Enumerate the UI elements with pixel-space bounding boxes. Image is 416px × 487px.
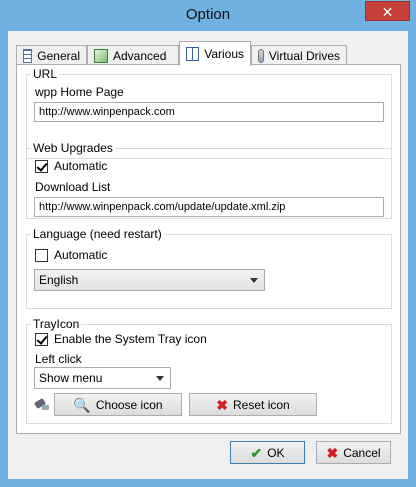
download-list-label: Download List bbox=[35, 180, 111, 194]
language-automatic-checkbox[interactable]: Automatic bbox=[35, 248, 107, 262]
web-automatic-label: Automatic bbox=[54, 159, 108, 173]
ok-label: OK bbox=[267, 445, 285, 460]
choose-icon-label: Choose icon bbox=[95, 397, 163, 412]
language-group-legend: Language (need restart) bbox=[33, 227, 162, 241]
url-group-legend: URL bbox=[33, 67, 58, 81]
tab-general[interactable]: General bbox=[16, 45, 87, 65]
tab-various[interactable]: Various bbox=[179, 41, 251, 66]
window-title: Option bbox=[185, 6, 231, 23]
cancel-label: Cancel bbox=[343, 445, 381, 460]
title-bar[interactable]: Option ✕ bbox=[0, 0, 416, 31]
advanced-icon bbox=[94, 48, 108, 63]
checkmark-icon: ✔ bbox=[250, 444, 263, 461]
reset-icon-label: Reset icon bbox=[233, 397, 290, 412]
trayicon-group-legend: TrayIcon bbox=[33, 317, 80, 331]
tab-advanced-label: Advanced bbox=[113, 48, 167, 63]
cancel-button[interactable]: ✖ Cancel bbox=[316, 441, 391, 464]
tab-various-label: Various bbox=[204, 47, 244, 61]
tab-virtual-drives-label: Virtual Drives bbox=[268, 48, 340, 63]
web-automatic-check-box[interactable] bbox=[35, 159, 48, 173]
chevron-down-icon[interactable] bbox=[250, 278, 258, 283]
folder-search-icon: 🔍 bbox=[73, 396, 91, 413]
ok-button[interactable]: ✔ OK bbox=[230, 441, 305, 464]
choose-icon-button[interactable]: 🔍 Choose icon bbox=[54, 393, 182, 416]
reset-icon-button[interactable]: ✖ Reset icon bbox=[189, 393, 317, 416]
download-list-input[interactable] bbox=[34, 197, 384, 217]
language-automatic-label: Automatic bbox=[54, 248, 108, 262]
chevron-down-icon[interactable] bbox=[156, 376, 164, 381]
tab-advanced[interactable]: Advanced bbox=[87, 45, 179, 65]
tab-panel-various: URL wpp Home Page Web Upgrades Automatic… bbox=[16, 64, 401, 434]
grid-icon bbox=[23, 48, 33, 63]
language-automatic-check-box[interactable] bbox=[35, 248, 48, 262]
enable-tray-label: Enable the System Tray icon bbox=[54, 332, 207, 346]
tab-general-label: General bbox=[37, 48, 80, 63]
home-page-label: wpp Home Page bbox=[35, 85, 124, 99]
cancel-x-icon: ✖ bbox=[326, 444, 339, 461]
enable-tray-checkbox[interactable]: Enable the System Tray icon bbox=[35, 332, 207, 346]
language-select[interactable]: English bbox=[34, 269, 265, 291]
tab-virtual-drives[interactable]: Virtual Drives bbox=[251, 45, 347, 65]
left-click-selected-value: Show menu bbox=[39, 371, 103, 385]
various-icon bbox=[186, 47, 200, 61]
language-selected-value: English bbox=[39, 273, 79, 287]
drives-icon bbox=[258, 48, 264, 63]
enable-tray-check-box[interactable] bbox=[35, 332, 48, 346]
language-group: Language (need restart) bbox=[26, 227, 392, 309]
home-page-input[interactable] bbox=[34, 102, 384, 122]
web-upgrades-legend: Web Upgrades bbox=[33, 141, 113, 155]
option-dialog: Option ✕ General Advanced Various Virtua… bbox=[0, 0, 416, 487]
red-x-icon: ✖ bbox=[216, 396, 229, 413]
close-button[interactable]: ✕ bbox=[365, 1, 410, 21]
tray-icon-preview bbox=[33, 396, 50, 412]
web-automatic-checkbox[interactable]: Automatic bbox=[35, 159, 107, 173]
dialog-body: General Advanced Various Virtual Drives … bbox=[8, 31, 408, 479]
left-click-label: Left click bbox=[35, 352, 82, 366]
left-click-select[interactable]: Show menu bbox=[34, 367, 171, 389]
